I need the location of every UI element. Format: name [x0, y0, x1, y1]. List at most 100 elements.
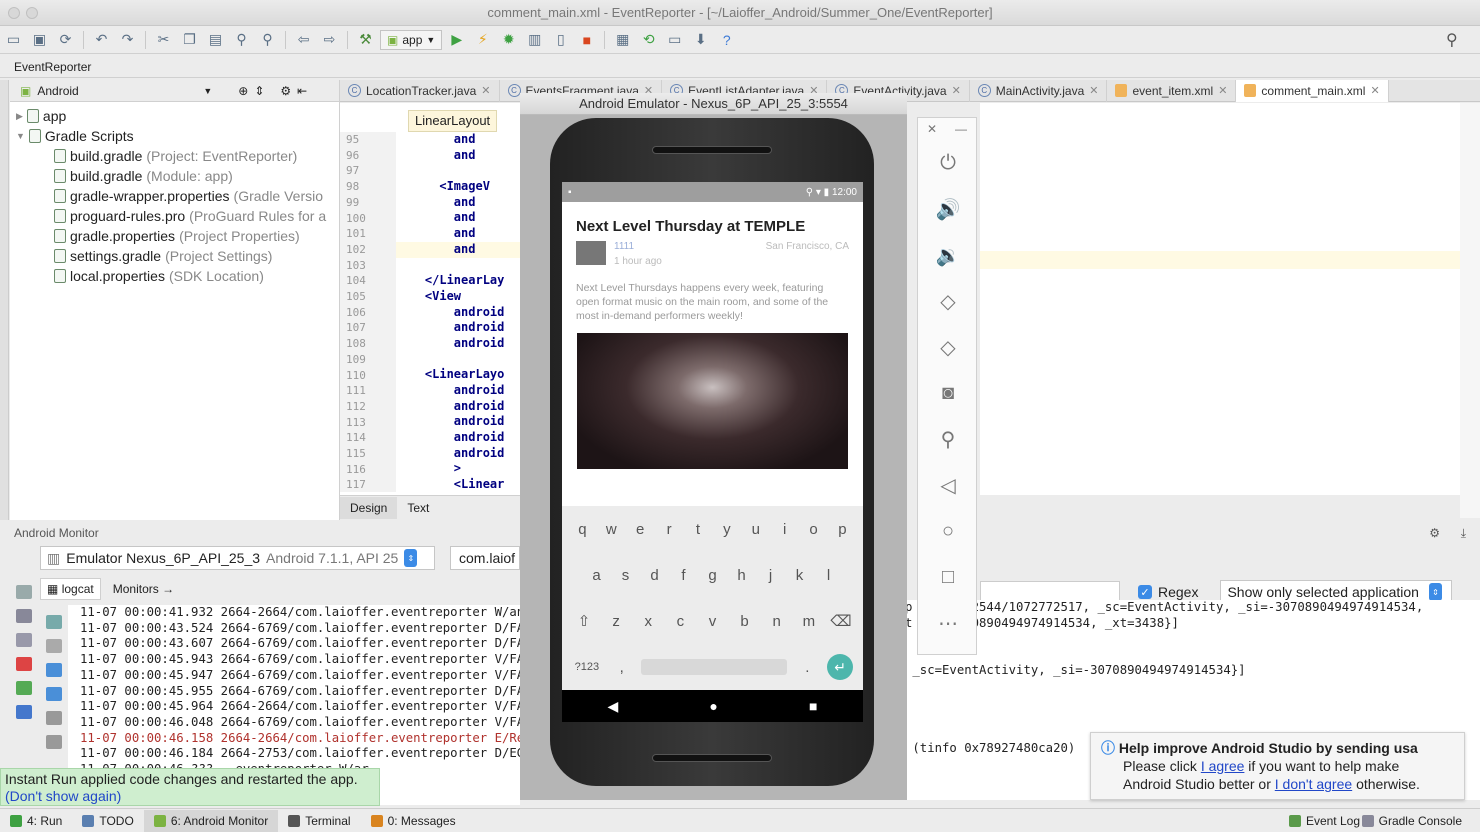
nav-recents-icon[interactable]: ■ — [809, 698, 817, 714]
tree-item[interactable]: gradle-wrapper.properties (Gradle Versio — [10, 186, 339, 206]
keyboard-key[interactable]: e — [628, 521, 652, 538]
run-icon[interactable]: ▶ — [445, 29, 468, 51]
search-everywhere-icon[interactable]: ⚲ — [1446, 30, 1458, 50]
tool-window-button[interactable]: 0: Messages — [361, 810, 466, 832]
camera-icon[interactable]: ◙ — [918, 370, 978, 416]
nav-home-icon[interactable]: ● — [709, 698, 717, 714]
keyboard-key[interactable]: i — [773, 521, 797, 538]
keyboard-key[interactable]: w — [599, 521, 623, 538]
close-icon[interactable]: ✕ — [927, 122, 937, 136]
find-icon[interactable]: ⚲ — [230, 29, 253, 51]
tree-item[interactable]: ▼ Gradle Scripts — [10, 126, 339, 146]
agree-link[interactable]: I agree — [1201, 758, 1245, 774]
tree-item[interactable]: proguard-rules.pro (ProGuard Rules for a — [10, 206, 339, 226]
keyboard-key[interactable]: t — [686, 521, 710, 538]
keyboard-key[interactable]: l — [817, 567, 841, 584]
chevron-down-icon[interactable]: ▼ — [16, 126, 25, 146]
keyboard-key[interactable]: h — [730, 567, 754, 584]
keyboard-key[interactable]: k — [788, 567, 812, 584]
up-arrow-icon[interactable] — [46, 663, 62, 677]
tab-logcat[interactable]: ▦ logcat — [40, 578, 101, 600]
back-icon[interactable]: ⇦ — [292, 29, 315, 51]
sync-icon[interactable]: ⟳ — [54, 29, 77, 51]
keyboard-key[interactable]: u — [744, 521, 768, 538]
screenshot-icon[interactable] — [16, 585, 32, 599]
close-tab-icon[interactable]: ✕ — [1218, 84, 1227, 97]
package-select[interactable]: com.laiof — [450, 546, 520, 570]
overview-icon[interactable]: □ — [918, 554, 978, 600]
keyboard-key[interactable]: d — [643, 567, 667, 584]
minimize-icon[interactable]: — — [955, 122, 967, 136]
phone-screen[interactable]: ▪ ⚲ ▾ ▮ 12:00 Next Level Thursday at TEM… — [562, 182, 863, 722]
keyboard-key[interactable]: y — [715, 521, 739, 538]
device-select[interactable]: ▥ Emulator Nexus_6P_API_25_3 Android 7.1… — [40, 546, 435, 570]
project-view-select[interactable]: Android — [37, 84, 197, 98]
keyboard-key[interactable]: s — [614, 567, 638, 584]
xml-breadcrumb[interactable]: LinearLayout — [408, 110, 498, 132]
debug-icon[interactable]: ✹ — [497, 29, 520, 51]
tree-item[interactable]: build.gradle (Module: app) — [10, 166, 339, 186]
paste-icon[interactable]: ▤ — [204, 29, 227, 51]
chevron-down-icon[interactable]: ▼ — [203, 86, 212, 96]
zoom-icon[interactable]: ⚲ — [918, 416, 978, 462]
make-project-icon[interactable]: ⚒ — [354, 29, 377, 51]
copy-icon[interactable]: ❐ — [178, 29, 201, 51]
rotate-right-icon[interactable]: ◇ — [918, 324, 978, 370]
editor-tab[interactable]: C MainActivity.java ✕ — [970, 79, 1108, 102]
gradle-sync-icon[interactable]: ⟲ — [637, 29, 660, 51]
tool-window-button[interactable]: Terminal — [278, 810, 360, 832]
keyboard-key[interactable]: g — [701, 567, 725, 584]
hide-panel-icon[interactable]: ⤓ — [1461, 526, 1466, 541]
hide-panel-icon[interactable]: ⇤ — [297, 84, 307, 98]
period-key[interactable]: . — [795, 659, 819, 676]
backspace-key-icon[interactable]: ⌫ — [829, 612, 853, 630]
scroll-end-icon[interactable] — [46, 639, 62, 653]
tree-item[interactable]: gradle.properties (Project Properties) — [10, 226, 339, 246]
tab-design[interactable]: Design — [340, 496, 398, 519]
print-icon[interactable] — [46, 735, 62, 749]
clear-log-icon[interactable] — [46, 615, 62, 629]
cut-icon[interactable]: ✂ — [152, 29, 175, 51]
replace-icon[interactable]: ⚲ — [256, 29, 279, 51]
tree-item[interactable]: build.gradle (Project: EventReporter) — [10, 146, 339, 166]
collapse-all-icon[interactable]: ⇕ — [254, 84, 264, 98]
back-icon[interactable]: ◁ — [918, 462, 978, 508]
tab-monitors[interactable]: Monitors → — [113, 582, 174, 596]
close-tab-icon[interactable]: ✕ — [1089, 84, 1098, 97]
project-structure-icon[interactable]: ▦ — [611, 29, 634, 51]
chevron-right-icon[interactable]: ▶ — [16, 106, 23, 126]
help-icon[interactable] — [16, 705, 32, 719]
sdk-manager-icon[interactable]: ⬇ — [689, 29, 712, 51]
tool-window-button[interactable]: 4: Run — [0, 810, 72, 832]
close-tab-icon[interactable]: ✕ — [1370, 84, 1379, 97]
rotate-left-icon[interactable]: ◇ — [918, 278, 978, 324]
help-icon[interactable]: ? — [715, 29, 738, 51]
space-key[interactable] — [641, 659, 788, 675]
profile-icon[interactable]: ▥ — [523, 29, 546, 51]
tool-window-button[interactable]: 6: Android Monitor — [143, 809, 279, 832]
editor-tab[interactable]: C LocationTracker.java ✕ — [340, 79, 500, 102]
keyboard-key[interactable]: v — [700, 613, 724, 630]
shift-key-icon[interactable]: ⇧ — [572, 612, 596, 630]
down-arrow-icon[interactable] — [46, 687, 62, 701]
dont-show-again-link[interactable]: (Don't show again) — [5, 788, 121, 804]
disagree-link[interactable]: I don't agree — [1275, 776, 1352, 792]
gradle-console-button[interactable]: Gradle Console — [1352, 810, 1472, 832]
more-icon[interactable]: ⋯ — [918, 600, 978, 646]
breadcrumb-project[interactable]: EventReporter — [14, 60, 91, 74]
attach-debugger-icon[interactable]: ▯ — [549, 29, 572, 51]
scroll-from-source-icon[interactable]: ⊕ — [238, 84, 248, 98]
keyboard-key[interactable]: n — [765, 613, 789, 630]
tab-text[interactable]: Text — [397, 497, 439, 519]
keyboard-key[interactable]: c — [668, 613, 692, 630]
layout-inspector-icon[interactable] — [16, 633, 32, 647]
left-tool-strip[interactable] — [0, 80, 9, 520]
tool-window-button[interactable]: TODO — [72, 810, 143, 832]
minimize-window-button[interactable] — [26, 7, 38, 19]
tree-item[interactable]: ▶ app — [10, 106, 339, 126]
keyboard-key[interactable]: m — [797, 613, 821, 630]
editor-tab[interactable]: comment_main.xml ✕ — [1236, 79, 1389, 102]
open-folder-icon[interactable]: ▭ — [2, 29, 25, 51]
power-icon[interactable]: ⏻ — [918, 140, 978, 186]
tree-item[interactable]: settings.gradle (Project Settings) — [10, 246, 339, 266]
